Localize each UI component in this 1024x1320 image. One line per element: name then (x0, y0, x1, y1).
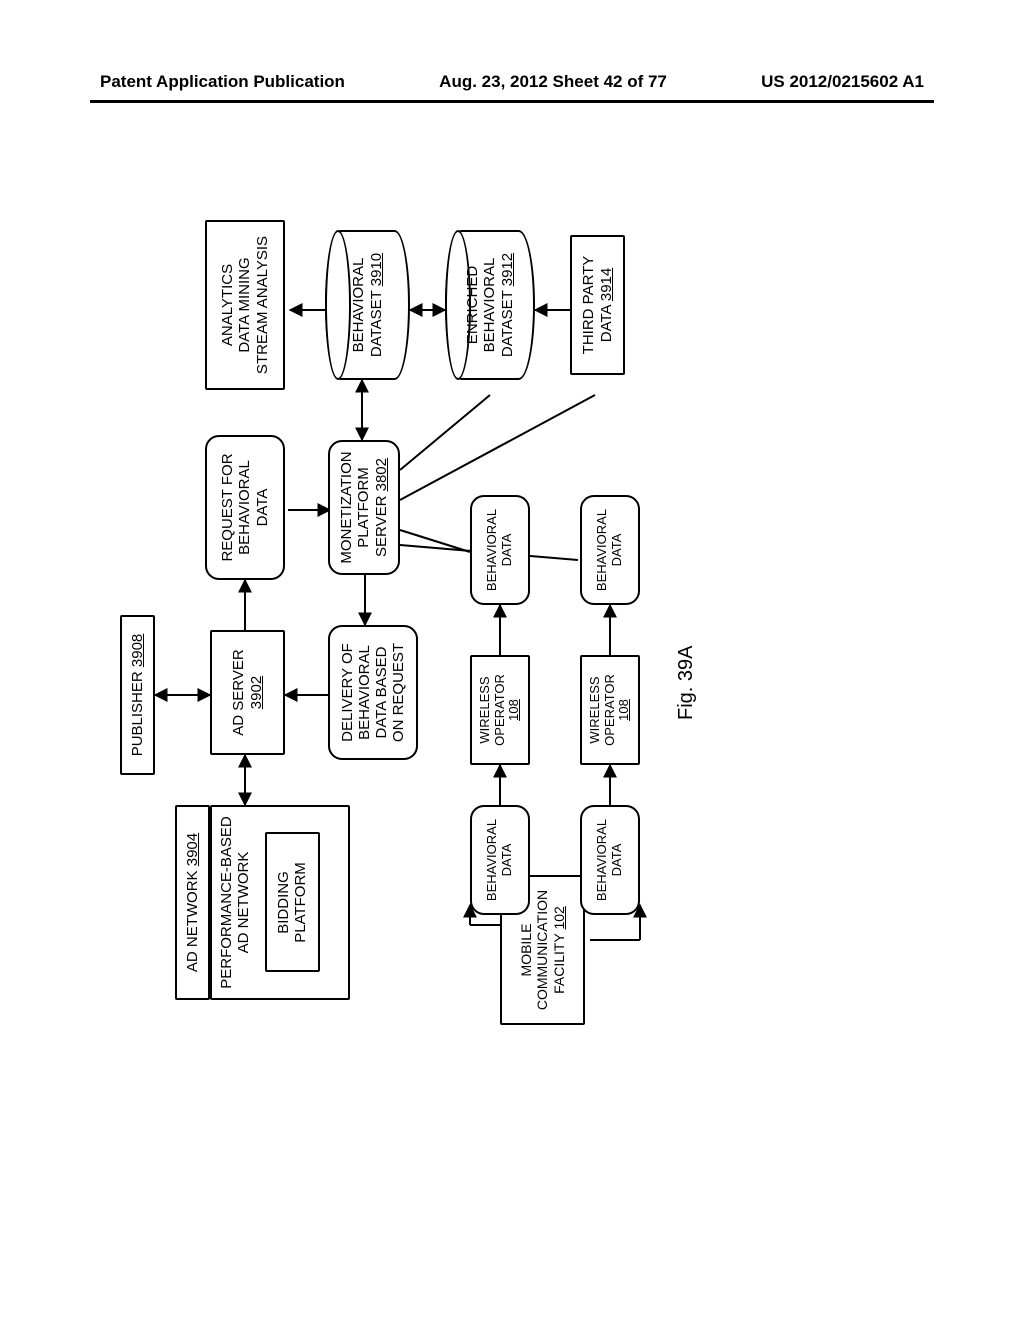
node-third-party: THIRD PARTY DATA 3914 (570, 235, 625, 375)
node-behavioral-data-2: BEHAVIORAL DATA (580, 805, 640, 915)
header-left: Patent Application Publication (100, 72, 345, 92)
page-header: Patent Application Publication Aug. 23, … (0, 72, 1024, 92)
node-delivery: DELIVERY OF BEHAVIORAL DATA BASED ON REQ… (328, 625, 418, 760)
header-rule (90, 100, 934, 103)
node-wireless-operator-1: WIRELESS OPERATOR 108 (470, 655, 530, 765)
header-center: Aug. 23, 2012 Sheet 42 of 77 (439, 72, 667, 92)
node-wireless-operator-2: WIRELESS OPERATOR 108 (580, 655, 640, 765)
node-request: REQUEST FOR BEHAVIORAL DATA (205, 435, 285, 580)
diagram-canvas: PUBLISHER 3908 AD NETWORK 3904 PERFORMAN… (100, 180, 920, 1000)
node-ad-server: AD SERVER3902 (210, 630, 285, 755)
node-behavioral-data-1: BEHAVIORAL DATA (470, 805, 530, 915)
node-ad-network: AD NETWORK 3904 (175, 805, 210, 1000)
node-perf-network: PERFORMANCE-BASED AD NETWORK BIDDING PLA… (210, 805, 350, 1000)
node-behavioral-data-3: BEHAVIORAL DATA (470, 495, 530, 605)
node-behavioral-data-4: BEHAVIORAL DATA (580, 495, 640, 605)
node-analytics: ANALYTICS DATA MINING STREAM ANALYSIS (205, 220, 285, 390)
header-right: US 2012/0215602 A1 (761, 72, 924, 92)
node-behavioral-dataset: BEHAVIORAL DATASET 3910 (325, 230, 410, 380)
node-enriched-dataset: ENRICHED BEHAVIORAL DATASET 3912 (445, 230, 535, 380)
node-bidding-platform: BIDDING PLATFORM (265, 833, 320, 973)
node-publisher: PUBLISHER 3908 (120, 615, 155, 775)
node-monetization: MONETIZATION PLATFORM SERVER 3802 (328, 440, 400, 575)
figure-label: Fig. 39A (675, 646, 698, 720)
